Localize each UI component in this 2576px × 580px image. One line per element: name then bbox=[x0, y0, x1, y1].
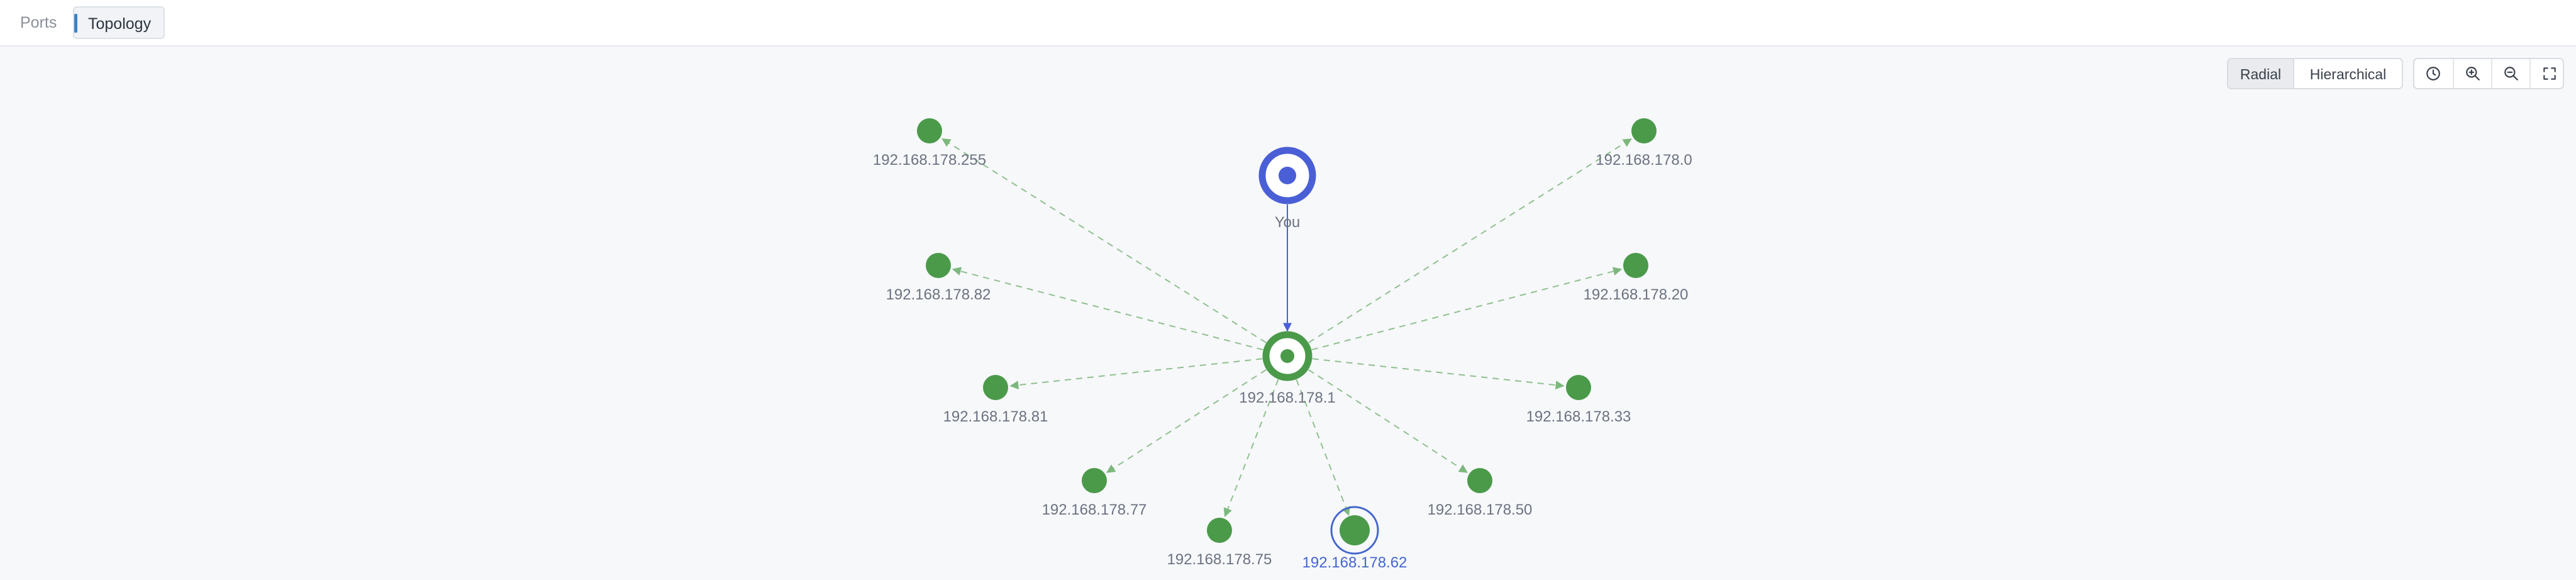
node-host[interactable]: 192.168.178.81 bbox=[943, 375, 1048, 425]
host-node-dot bbox=[1566, 375, 1591, 400]
active-tab-indicator bbox=[74, 14, 77, 33]
node-gateway[interactable]: 192.168.178.1 bbox=[1239, 331, 1336, 406]
node-host[interactable]: 192.168.178.82 bbox=[886, 253, 991, 303]
edge-gateway-host bbox=[1308, 138, 1632, 343]
you-node-core bbox=[1279, 167, 1296, 184]
node-host[interactable]: 192.168.178.50 bbox=[1428, 468, 1533, 518]
topology-graph[interactable]: You 192.168.178.1 192.168.178.255 192.168.1… bbox=[0, 47, 2576, 580]
view-tab-bar: Ports Topology bbox=[0, 0, 2576, 47]
node-label-host: 192.168.178.255 bbox=[873, 152, 986, 169]
node-host[interactable]: 192.168.178.255 bbox=[873, 118, 986, 169]
edge-gateway-host bbox=[952, 267, 1263, 350]
tab-topology-label: Topology bbox=[88, 15, 152, 33]
host-node-dot bbox=[1631, 118, 1657, 143]
node-host[interactable]: 192.168.178.75 bbox=[1167, 518, 1272, 568]
node-host[interactable]: 192.168.178.0 bbox=[1596, 118, 1692, 169]
node-label-host: 192.168.178.75 bbox=[1167, 551, 1272, 568]
node-label-host: 192.168.178.62 bbox=[1302, 554, 1407, 571]
edge-gateway-host bbox=[1311, 267, 1623, 350]
host-node-dot bbox=[1207, 518, 1232, 543]
topology-nodes: You 192.168.178.1 192.168.178.255 192.168.1… bbox=[873, 118, 1692, 571]
node-label-host: 192.168.178.33 bbox=[1526, 408, 1631, 425]
node-host[interactable]: 192.168.178.77 bbox=[1042, 468, 1147, 518]
node-host[interactable]: 192.168.178.20 bbox=[1584, 253, 1689, 303]
edge-gateway-host bbox=[1106, 369, 1267, 473]
node-label-you: You bbox=[1275, 214, 1301, 231]
host-node-dot bbox=[1340, 515, 1370, 545]
node-label-host: 192.168.178.81 bbox=[943, 408, 1048, 425]
node-host[interactable]: 192.168.178.33 bbox=[1526, 375, 1631, 425]
host-node-dot bbox=[1623, 253, 1648, 278]
node-host[interactable]: 192.168.178.62 bbox=[1302, 506, 1407, 571]
host-node-dot bbox=[926, 253, 951, 278]
host-node-dot bbox=[1082, 468, 1107, 493]
node-label-host: 192.168.178.20 bbox=[1584, 286, 1689, 303]
node-label-host: 192.168.178.77 bbox=[1042, 501, 1147, 518]
node-you[interactable]: You bbox=[1258, 147, 1316, 231]
edge-gateway-host bbox=[1009, 358, 1263, 390]
node-label-host: 192.168.178.0 bbox=[1596, 152, 1692, 169]
gateway-node-core bbox=[1280, 349, 1294, 363]
edge-gateway-host bbox=[1308, 369, 1468, 473]
host-node-dot bbox=[983, 375, 1008, 400]
tab-topology[interactable]: Topology bbox=[73, 6, 165, 39]
node-label-host: 192.168.178.82 bbox=[886, 286, 991, 303]
tab-ports[interactable]: Ports bbox=[8, 6, 69, 39]
edge-gateway-host bbox=[1312, 358, 1565, 390]
node-label-gateway: 192.168.178.1 bbox=[1239, 389, 1335, 406]
host-node-dot bbox=[917, 118, 942, 143]
edge-gateway-host bbox=[941, 138, 1267, 343]
node-label-host: 192.168.178.50 bbox=[1428, 501, 1533, 518]
host-node-dot bbox=[1467, 468, 1492, 493]
